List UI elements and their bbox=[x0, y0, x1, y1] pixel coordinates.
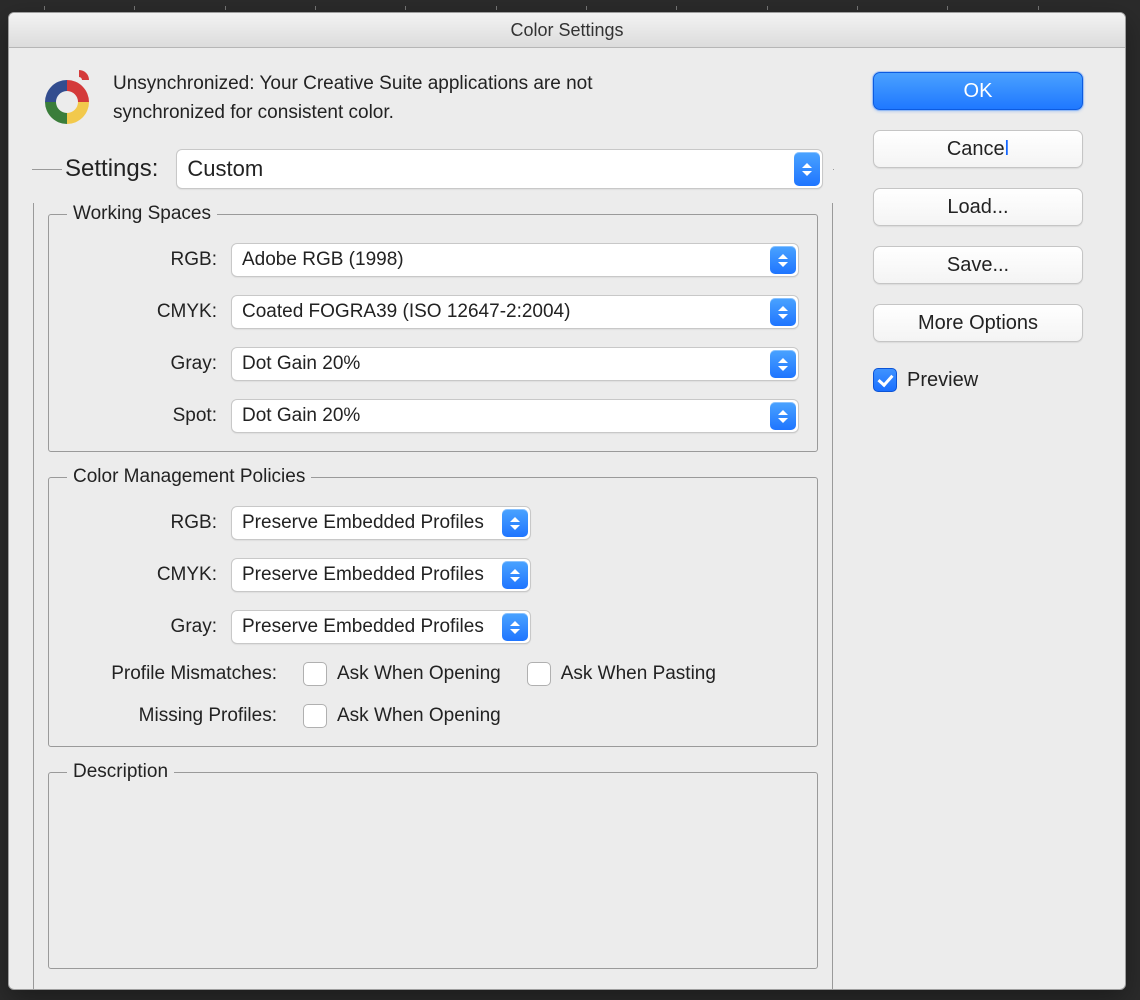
ws-cmyk-select[interactable]: Coated FOGRA39 (ISO 12647-2:2004) bbox=[231, 295, 799, 329]
ws-cmyk-value: Coated FOGRA39 (ISO 12647-2:2004) bbox=[232, 301, 768, 323]
sync-warning-text: Unsynchronized: Your Creative Suite appl… bbox=[113, 70, 673, 127]
load-button[interactable]: Load... bbox=[873, 188, 1083, 226]
preview-label: Preview bbox=[907, 369, 978, 392]
ws-gray-value: Dot Gain 20% bbox=[232, 353, 768, 375]
ws-spot-label: Spot: bbox=[67, 405, 217, 427]
missing-open-label: Ask When Opening bbox=[337, 705, 501, 727]
save-button[interactable]: Save... bbox=[873, 246, 1083, 284]
dropdown-stepper-icon bbox=[794, 152, 820, 186]
more-options-button[interactable]: More Options bbox=[873, 304, 1083, 342]
more-options-label: More Options bbox=[918, 312, 1038, 335]
ws-cmyk-label: CMYK: bbox=[67, 301, 217, 323]
mismatch-open-checkbox[interactable] bbox=[303, 662, 327, 686]
working-spaces-fieldset: Working Spaces RGB: Adobe RGB (1998) CMY… bbox=[48, 203, 818, 452]
load-button-label: Load... bbox=[947, 196, 1008, 219]
ws-rgb-label: RGB: bbox=[67, 249, 217, 271]
settings-label: Settings: bbox=[33, 155, 158, 183]
ws-spot-value: Dot Gain 20% bbox=[232, 405, 768, 427]
missing-open-checkbox[interactable] bbox=[303, 704, 327, 728]
ws-rgb-select[interactable]: Adobe RGB (1998) bbox=[231, 243, 799, 277]
preview-checkbox[interactable] bbox=[873, 368, 897, 392]
unsynchronized-icon bbox=[39, 70, 95, 126]
policies-legend: Color Management Policies bbox=[67, 466, 311, 488]
dialog-title: Color Settings bbox=[9, 13, 1125, 48]
mismatch-open-label: Ask When Opening bbox=[337, 663, 501, 685]
cancel-button[interactable]: Cancel bbox=[873, 130, 1083, 168]
pol-gray-label: Gray: bbox=[67, 616, 217, 638]
color-settings-dialog: Color Settings bbox=[8, 12, 1126, 990]
description-legend: Description bbox=[67, 761, 174, 783]
dropdown-stepper-icon bbox=[502, 613, 528, 641]
pol-cmyk-label: CMYK: bbox=[67, 564, 217, 586]
pol-cmyk-select[interactable]: Preserve Embedded Profiles bbox=[231, 558, 531, 592]
ws-spot-select[interactable]: Dot Gain 20% bbox=[231, 399, 799, 433]
pol-rgb-label: RGB: bbox=[67, 512, 217, 534]
dropdown-stepper-icon bbox=[502, 509, 528, 537]
pol-gray-select[interactable]: Preserve Embedded Profiles bbox=[231, 610, 531, 644]
ws-rgb-value: Adobe RGB (1998) bbox=[232, 249, 768, 271]
description-fieldset: Description bbox=[48, 761, 818, 969]
dropdown-stepper-icon bbox=[770, 350, 796, 378]
mismatch-paste-checkbox[interactable] bbox=[527, 662, 551, 686]
ws-gray-label: Gray: bbox=[67, 353, 217, 375]
working-spaces-legend: Working Spaces bbox=[67, 203, 217, 225]
missing-profiles-label: Missing Profiles: bbox=[67, 705, 277, 727]
settings-select-value: Custom bbox=[177, 156, 792, 182]
dropdown-stepper-icon bbox=[770, 298, 796, 326]
pol-rgb-select[interactable]: Preserve Embedded Profiles bbox=[231, 506, 531, 540]
save-button-label: Save... bbox=[947, 254, 1009, 277]
cancel-button-label: Cancel bbox=[947, 138, 1009, 161]
ws-gray-select[interactable]: Dot Gain 20% bbox=[231, 347, 799, 381]
dropdown-stepper-icon bbox=[502, 561, 528, 589]
dropdown-stepper-icon bbox=[770, 402, 796, 430]
pol-gray-value: Preserve Embedded Profiles bbox=[232, 616, 500, 638]
app-ruler bbox=[44, 0, 1128, 12]
policies-fieldset: Color Management Policies RGB: Preserve … bbox=[48, 466, 818, 747]
pol-cmyk-value: Preserve Embedded Profiles bbox=[232, 564, 500, 586]
profile-mismatches-label: Profile Mismatches: bbox=[67, 663, 277, 685]
ok-button[interactable]: OK bbox=[873, 72, 1083, 110]
ok-button-label: OK bbox=[964, 80, 993, 103]
mismatch-paste-label: Ask When Pasting bbox=[561, 663, 716, 685]
dropdown-stepper-icon bbox=[770, 246, 796, 274]
pol-rgb-value: Preserve Embedded Profiles bbox=[232, 512, 500, 534]
settings-select[interactable]: Custom bbox=[176, 149, 823, 189]
